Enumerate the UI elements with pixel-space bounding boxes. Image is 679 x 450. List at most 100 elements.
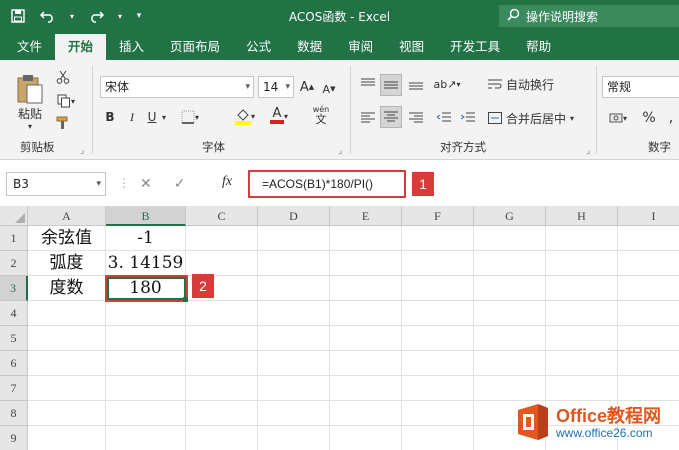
- tab-developer[interactable]: 开发工具: [437, 34, 513, 60]
- font-size-value: 14: [263, 80, 279, 94]
- fill-color-icon[interactable]: ▾: [232, 106, 258, 126]
- more-options-icon: ⋮: [118, 176, 130, 190]
- enter-icon[interactable]: ✓: [174, 176, 186, 192]
- underline-dropdown-icon[interactable]: ▾: [160, 110, 168, 124]
- tab-help[interactable]: 帮助: [513, 34, 564, 60]
- tab-view[interactable]: 视图: [386, 34, 437, 60]
- callout-badge-1: 1: [412, 172, 434, 196]
- formula-input[interactable]: =ACOS(B1)*180/PI(): [248, 170, 406, 198]
- increase-indent-icon[interactable]: [458, 108, 478, 128]
- cell-A3[interactable]: 度数: [28, 276, 106, 301]
- select-all-corner[interactable]: [0, 206, 28, 226]
- watermark-url: www.office26.com: [556, 426, 653, 440]
- merge-center-button[interactable]: 合并后居中 ▾: [488, 108, 588, 128]
- fill-handle[interactable]: [183, 297, 188, 302]
- tab-page-layout[interactable]: 页面布局: [157, 34, 233, 60]
- accounting-format-icon[interactable]: ▾: [604, 108, 632, 128]
- search-icon: [507, 8, 520, 24]
- borders-icon[interactable]: ▾: [178, 108, 202, 126]
- column-header[interactable]: I: [618, 206, 679, 226]
- office-logo-icon: [518, 404, 548, 440]
- row-header[interactable]: 3: [0, 276, 28, 301]
- column-header[interactable]: D: [258, 206, 330, 226]
- font-color-icon[interactable]: A ▾: [266, 106, 292, 126]
- column-header[interactable]: E: [330, 206, 402, 226]
- align-top-icon[interactable]: [358, 74, 378, 94]
- name-box[interactable]: B3 ▾: [6, 172, 106, 196]
- number-format-value: 常规: [607, 80, 632, 94]
- cancel-icon[interactable]: ✕: [140, 176, 152, 192]
- wrap-text-icon: [488, 79, 502, 89]
- orientation-icon[interactable]: ab↗ ▾: [432, 74, 462, 94]
- column-header[interactable]: G: [474, 206, 546, 226]
- italic-button[interactable]: I: [124, 108, 140, 126]
- bold-button[interactable]: B: [102, 108, 118, 126]
- clipboard-group-label: 剪贴板: [20, 140, 55, 154]
- watermark: Office教程网 www.office26.com: [510, 398, 679, 450]
- tab-data[interactable]: 数据: [284, 34, 335, 60]
- row-header[interactable]: 1: [0, 226, 28, 251]
- tell-me-label: 操作说明搜索: [526, 9, 599, 24]
- phonetic-guide-icon[interactable]: wén 文: [306, 104, 336, 126]
- column-header[interactable]: B: [106, 206, 186, 226]
- cell-A1[interactable]: 余弦值: [28, 226, 106, 251]
- column-header[interactable]: F: [402, 206, 474, 226]
- increase-font-size-icon[interactable]: A ▲: [298, 78, 316, 96]
- dialog-launcher-icon[interactable]: ⌟: [586, 146, 590, 156]
- wrap-text-button[interactable]: 自动换行: [488, 74, 568, 94]
- ribbon-home: 粘贴 ▾ ▾ 剪贴板 ⌟ 宋体 ▾ 14 ▾ A ▲ A ▼ B I U ▾ ▾ ▾…: [0, 60, 679, 160]
- row-header[interactable]: 9: [0, 426, 28, 450]
- formula-bar: B3 ▾ ⋮ ✕ ✓ fx =ACOS(B1)*180/PI() 1: [0, 162, 679, 204]
- tab-file[interactable]: 文件: [4, 34, 55, 60]
- font-size-combo[interactable]: 14 ▾: [258, 76, 294, 98]
- underline-button[interactable]: U: [144, 108, 160, 126]
- align-right-icon[interactable]: [406, 108, 426, 128]
- cell-B2[interactable]: 3. 14159: [106, 251, 186, 276]
- format-painter-icon[interactable]: [54, 114, 72, 132]
- insert-function-button[interactable]: fx: [222, 174, 232, 190]
- align-bottom-icon[interactable]: [406, 74, 426, 94]
- tab-review[interactable]: 审阅: [335, 34, 386, 60]
- column-header[interactable]: C: [186, 206, 258, 226]
- decrease-font-size-icon[interactable]: A ▼: [320, 80, 338, 98]
- chevron-down-icon: ▾: [570, 113, 575, 123]
- column-header[interactable]: A: [28, 206, 106, 226]
- tell-me-search[interactable]: 操作说明搜索: [499, 5, 679, 27]
- copy-icon[interactable]: ▾: [54, 92, 78, 110]
- font-name-combo[interactable]: 宋体 ▾: [100, 76, 254, 98]
- divider: [596, 66, 597, 154]
- row-header[interactable]: 4: [0, 301, 28, 326]
- comma-style-icon[interactable]: ,: [664, 108, 678, 128]
- row-header[interactable]: 5: [0, 326, 28, 351]
- paste-button[interactable]: 粘贴 ▾: [10, 70, 50, 134]
- dialog-launcher-icon[interactable]: ⌟: [80, 146, 84, 156]
- percent-button[interactable]: %: [640, 108, 658, 128]
- font-color-glyph: A: [272, 106, 282, 121]
- tab-insert[interactable]: 插入: [106, 34, 157, 60]
- chevron-down-icon: ▾: [245, 82, 250, 92]
- align-left-icon[interactable]: [358, 108, 378, 128]
- tab-home[interactable]: 开始: [55, 34, 107, 60]
- align-middle-icon[interactable]: [380, 74, 402, 96]
- cut-icon[interactable]: [54, 68, 72, 86]
- tab-formulas[interactable]: 公式: [233, 34, 284, 60]
- row-header[interactable]: 8: [0, 401, 28, 426]
- row-header[interactable]: 7: [0, 376, 28, 401]
- font-name-value: 宋体: [105, 80, 130, 94]
- number-format-combo[interactable]: 常规: [602, 76, 679, 98]
- paste-label: 粘贴: [17, 107, 42, 121]
- chevron-down-icon: ▾: [285, 82, 290, 92]
- row-header[interactable]: 6: [0, 351, 28, 376]
- divider: [350, 66, 351, 154]
- cell-A2[interactable]: 弧度: [28, 251, 106, 276]
- decrease-indent-icon[interactable]: [434, 108, 454, 128]
- merge-center-label: 合并后居中: [506, 111, 567, 126]
- align-center-icon[interactable]: [380, 106, 402, 128]
- column-header[interactable]: H: [546, 206, 618, 226]
- cell-B1[interactable]: -1: [106, 226, 186, 251]
- number-group-label: 数字: [648, 140, 671, 154]
- row-header[interactable]: 2: [0, 251, 28, 276]
- dialog-launcher-icon[interactable]: ⌟: [338, 146, 342, 156]
- chevron-down-icon: ▾: [27, 122, 32, 131]
- merge-center-icon: [488, 112, 502, 124]
